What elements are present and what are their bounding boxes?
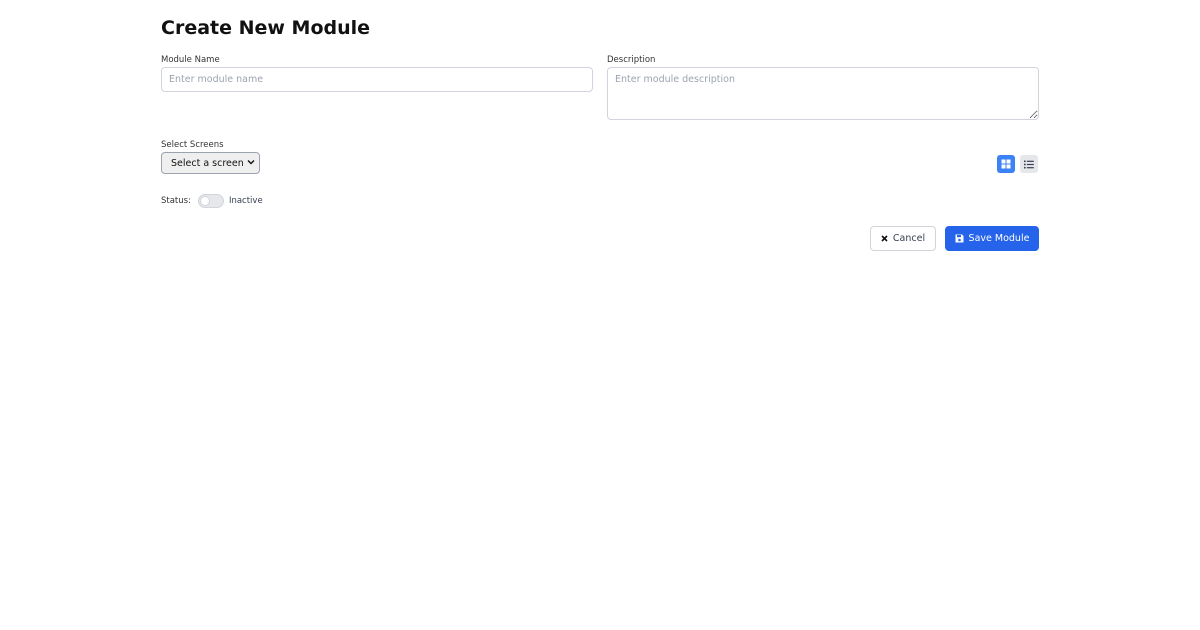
screen-select[interactable]: Select a screen — [161, 152, 260, 174]
description-label: Description — [607, 55, 656, 65]
cancel-button[interactable]: Cancel — [870, 226, 936, 251]
status-label: Status: — [161, 196, 191, 206]
chevron-down-icon — [247, 159, 255, 167]
select-screens-label: Select Screens — [161, 140, 224, 150]
cancel-label: Cancel — [892, 233, 926, 244]
status-toggle[interactable] — [197, 194, 224, 208]
status-toggle-knob — [199, 196, 210, 206]
module-name-input[interactable] — [161, 67, 593, 92]
list-icon — [1024, 160, 1034, 169]
save-module-button[interactable]: Save Module — [945, 226, 1039, 251]
save-label: Save Module — [968, 233, 1030, 244]
grid-view-button[interactable] — [997, 155, 1015, 173]
page-title: Create New Module — [161, 17, 371, 39]
description-input[interactable] — [607, 67, 1039, 120]
screen-select-value: Select a screen — [171, 157, 244, 169]
close-icon — [881, 235, 888, 242]
grid-icon — [1001, 159, 1011, 169]
module-name-label: Module Name — [161, 55, 220, 65]
save-icon — [955, 234, 964, 243]
list-view-button[interactable] — [1020, 155, 1038, 173]
status-row: Status: Inactive — [161, 193, 263, 209]
status-value: Inactive — [228, 196, 263, 206]
